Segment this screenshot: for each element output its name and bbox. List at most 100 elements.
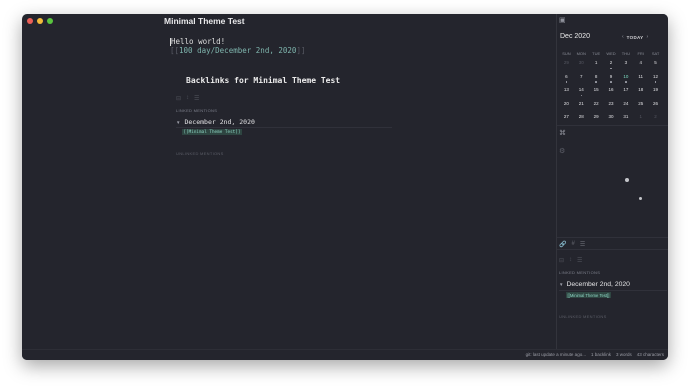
linked-mentions-label: LINKED MENTIONS [176,108,218,113]
collapse-results-icon[interactable]: ⊟ [176,95,181,102]
backlink-file-name[interactable]: December 2nd, 2020 [184,118,254,126]
note-dot-indicator [625,81,627,83]
calendar-day-number: 6 [565,73,568,79]
backlinks-heading: Backlinks for Minimal Theme Test [186,76,341,85]
backlinks-tab-icon[interactable]: 🔗 [559,241,566,248]
sidebar-unlinked-mentions-label[interactable]: UNLINKED MENTIONS [559,314,607,319]
calendar-day[interactable]: 30 [604,112,619,126]
calendar-day[interactable]: 23 [604,99,619,113]
calendar-day-number: 15 [593,87,599,92]
calendar-day[interactable]: 31 [618,112,633,126]
calendar-day[interactable]: 14 [574,85,589,99]
calendar-day[interactable]: 19 [648,85,663,99]
calendar-day[interactable]: 2 [604,58,619,72]
link-open-brackets: [[ [170,46,180,55]
calendar-day-number: 8 [594,73,598,79]
sidebar-tabs: 🔗 # ☰ [559,241,585,248]
calendar-day[interactable]: 15 [589,85,604,99]
calendar-day[interactable]: 21 [574,99,589,113]
git-status[interactable]: git: last update a minute ago... [526,352,586,357]
editor-line-hello[interactable]: Hello world! [171,37,225,46]
sidebar-backlink-file-name[interactable]: December 2nd, 2020 [566,281,629,288]
calendar-day[interactable]: 1 [633,112,648,126]
collapse-results-icon[interactable]: ⊟ [559,257,564,264]
calendar-day[interactable]: 25 [633,99,648,113]
calendar-day[interactable]: 1 [589,58,604,72]
internal-link[interactable]: 100 day/December 2nd, 2020 [179,46,296,55]
calendar-day[interactable]: 5 [648,58,663,72]
collapse-caret-icon[interactable]: ▼ [176,120,180,125]
note-dot-indicator [610,67,612,69]
calendar-day[interactable]: 20 [559,99,574,113]
calendar-day[interactable]: 28 [574,112,589,126]
calendar-day[interactable]: 3 [618,58,633,72]
calendar-day[interactable]: 7 [574,72,589,86]
calendar-weekday: WED [606,51,616,56]
calendar-day-number: 2 [609,60,613,65]
calendar-day-number: 24 [623,100,629,106]
calendar-day[interactable]: 2 [648,112,663,126]
divider [559,290,667,291]
calendar-day[interactable]: 6 [559,72,574,86]
calendar-weekday: FRI [637,51,644,56]
calendar-day[interactable]: 8 [589,72,604,86]
tags-tab-icon[interactable]: # [571,241,574,248]
calendar-day[interactable]: 13 [559,85,574,99]
calendar-day-number: 12 [653,73,659,79]
calendar-nav: ‹ TODAY › [622,34,648,40]
sidebar-backlink-snippet[interactable]: [[Minimal Theme Test]] [566,292,611,298]
calendar-day-number: 26 [653,100,659,106]
divider [557,249,668,250]
calendar-day[interactable]: 29 [559,58,574,72]
calendar-day[interactable]: 18 [633,85,648,99]
today-button[interactable]: TODAY [627,35,644,40]
calendar-day[interactable]: 11 [633,72,648,86]
settings-gear-icon[interactable]: ⚙ [559,147,565,155]
editor-line-wikilink[interactable]: [[100 day/December 2nd, 2020]] [170,46,305,55]
calendar-day[interactable]: 17 [618,85,633,99]
calendar-day[interactable]: 26 [648,99,663,113]
calendar-day-number: 1 [594,60,598,65]
calendar-day[interactable]: 16 [604,85,619,99]
graph-icon[interactable]: ⌘ [559,129,566,137]
sidebar-backlink-file-row[interactable]: ▼ December 2nd, 2020 [559,281,630,288]
sort-icon[interactable]: ☰ [577,257,582,264]
chevron-left-icon[interactable]: ‹ [622,34,624,40]
calendar-day-number: 25 [638,100,644,106]
calendar-day-number: 20 [563,100,569,106]
calendar-weekday: SUN [562,51,571,56]
unlinked-mentions-label[interactable]: UNLINKED MENTIONS [176,151,224,156]
calendar-day[interactable]: 29 [589,112,604,126]
graph-node[interactable] [639,197,642,200]
calendar-day[interactable]: 30 [574,58,589,72]
backlink-file-row[interactable]: ▼ December 2nd, 2020 [176,118,255,126]
calendar-day-number: 28 [578,114,584,119]
backlink-snippet[interactable]: [[Minimal Theme Test]] [182,129,242,135]
graph-node[interactable] [625,178,629,182]
calendar-day[interactable]: 12 [648,72,663,86]
sort-icon[interactable]: ☰ [194,95,199,102]
outline-tab-icon[interactable]: ☰ [580,241,585,248]
show-more-context-icon[interactable]: ↕ [186,95,189,102]
note-dot-indicator [610,81,612,83]
editor-pane[interactable]: Hello world! [[100 day/December 2nd, 202… [22,14,556,350]
calendar-day[interactable]: 22 [589,99,604,113]
calendar-day-number: 30 [578,60,584,65]
calendar-day[interactable]: 4 [633,58,648,72]
calendar-icon[interactable]: ▣ [559,16,566,24]
show-more-context-icon[interactable]: ↕ [569,257,572,264]
right-sidebar: ▣ Dec 2020 ‹ TODAY › SUN MON TUE WED THU FRI S… [556,14,668,350]
calendar-day[interactable]: 10 [618,72,633,86]
chevron-right-icon[interactable]: › [646,34,648,40]
calendar-day-number: 29 [563,60,569,65]
calendar-day-number: 13 [563,87,569,92]
calendar-day-number: 2 [654,114,657,119]
calendar-day-number: 21 [578,100,584,106]
calendar-day[interactable]: 9 [604,72,619,86]
calendar-day-number: 31 [623,114,629,119]
calendar-day[interactable]: 27 [559,112,574,126]
calendar-day-number: 10 [623,73,629,79]
calendar-day[interactable]: 24 [618,99,633,113]
note-dot-indicator [654,81,657,83]
collapse-caret-icon[interactable]: ▼ [559,282,563,287]
